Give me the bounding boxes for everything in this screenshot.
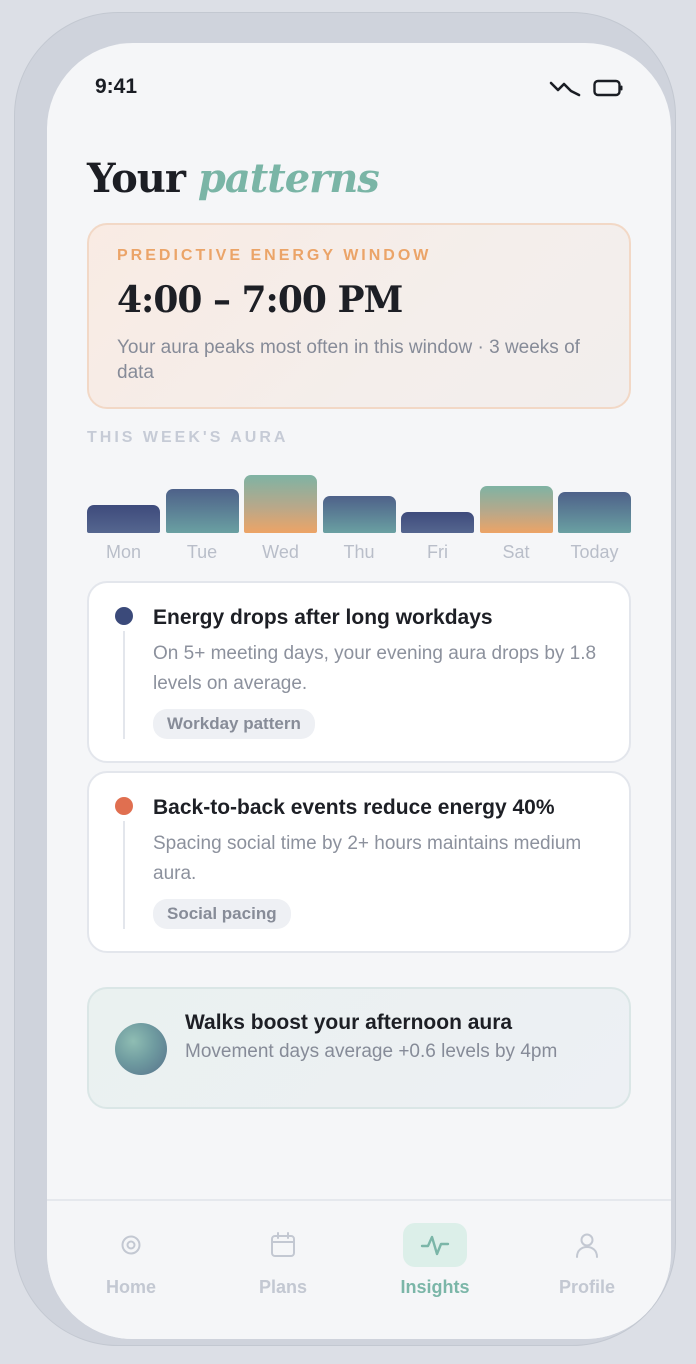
aura-day-label: Thu (343, 542, 375, 562)
aura-day-label: Sat (502, 542, 530, 562)
insight-timeline (123, 821, 125, 929)
aura-bar-thu[interactable] (322, 496, 396, 533)
status-time: 9:41 (95, 75, 138, 98)
phone-frame: 9:41 Your patterns PREDICTIVE ENERGY WIN… (14, 12, 676, 1346)
tab-insights-label: Insights (400, 1277, 470, 1297)
energy-window-description: Your aura peaks most often in this windo… (117, 337, 580, 383)
week-aura-label: THIS WEEK'S AURA (87, 429, 289, 446)
insight-card-workday[interactable]: Energy drops after long workdays On 5+ m… (87, 581, 631, 763)
insight-dot (115, 607, 133, 625)
aura-day-label: Tue (186, 542, 218, 562)
energy-window-label: PREDICTIVE ENERGY WINDOW (117, 247, 432, 264)
page-title-plain: Your (87, 155, 186, 202)
aura-day-label: Wed (262, 542, 299, 562)
tab-insights[interactable]: Insights (375, 1223, 495, 1298)
home-icon (99, 1223, 163, 1267)
aura-bar-wed[interactable] (244, 475, 317, 533)
tab-profile[interactable]: Profile (527, 1223, 647, 1298)
signal-icon (549, 79, 581, 97)
energy-window-time: 4:00 – 7:00 PM (117, 279, 403, 321)
aura-day-label: Today (570, 542, 619, 562)
aura-bar-mon[interactable] (87, 505, 160, 533)
insight-card-social[interactable]: Back-to-back events reduce energy 40% Sp… (87, 771, 631, 953)
aura-bar-tue[interactable] (165, 489, 239, 533)
user-icon (555, 1223, 619, 1267)
insight-dot (115, 797, 133, 815)
insight-tag[interactable]: Social pacing (153, 899, 291, 929)
week-aura-chart: Mon Tue Wed Thu Fri Sat Today (87, 463, 631, 563)
insight-tag[interactable]: Workday pattern (153, 709, 315, 739)
aura-bar-fri[interactable] (401, 512, 474, 533)
tab-home-label: Home (105, 1277, 156, 1297)
page-title-accent: patterns (197, 155, 380, 202)
aura-bar-sat[interactable] (479, 486, 553, 533)
walk-insight-body: Movement days average +0.6 levels by 4pm (185, 1041, 558, 1062)
walk-insight-card[interactable]: Walks boost your afternoon aura Movement… (87, 987, 631, 1109)
insight-body: On 5+ meeting days, your evening aura dr… (153, 643, 597, 694)
aura-bar-today[interactable] (558, 492, 631, 533)
screen: 9:41 Your patterns PREDICTIVE ENERGY WIN… (47, 43, 671, 1339)
page-title: Your patterns (87, 155, 380, 202)
tab-profile-label: Profile (558, 1277, 615, 1297)
status-bar: 9:41 (47, 75, 671, 101)
aura-day-label: Fri (427, 542, 448, 562)
insight-body: Spacing social time by 2+ hours maintain… (153, 833, 582, 884)
tab-plans[interactable]: Plans (223, 1223, 343, 1298)
status-icons (549, 79, 623, 97)
calendar-icon (251, 1223, 315, 1267)
walk-insight-title: Walks boost your afternoon aura (185, 1011, 513, 1034)
battery-icon (593, 79, 623, 97)
aura-day-label: Mon (105, 542, 141, 562)
energy-window-card[interactable]: PREDICTIVE ENERGY WINDOW 4:00 – 7:00 PM … (87, 223, 631, 409)
tab-plans-label: Plans (258, 1277, 308, 1297)
aura-orb-icon (115, 1023, 167, 1075)
tab-bar: Home Plans Insights Profile (47, 1199, 671, 1339)
tab-home[interactable]: Home (71, 1223, 191, 1298)
insight-timeline (123, 631, 125, 739)
insight-title: Energy drops after long workdays (153, 606, 493, 629)
pulse-icon (403, 1223, 467, 1267)
insight-title: Back-to-back events reduce energy 40% (153, 796, 555, 819)
